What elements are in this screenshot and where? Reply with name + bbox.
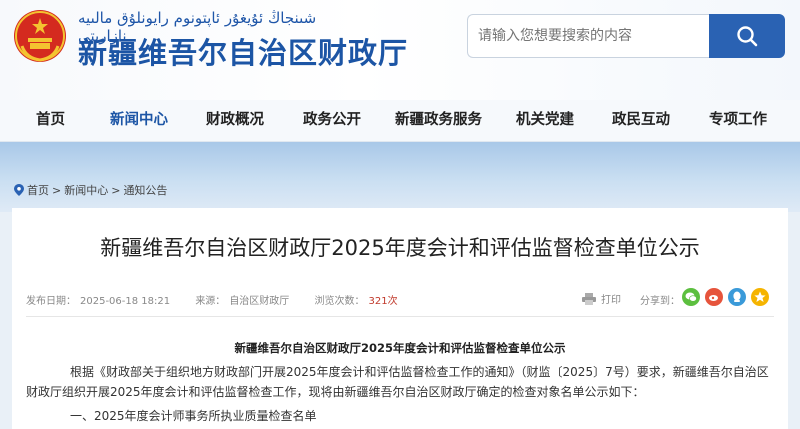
nav-item-party-building[interactable]: 机关党建 [516,100,574,142]
share-qzone-button[interactable] [751,288,769,306]
site-header: شىنجاڭ ئۇيغۇر ئاپتونوم رايونلۇق مالىيە ن… [0,0,800,100]
article-title: 新疆维吾尔自治区财政厅2025年度会计和评估监督检查单位公示 [100,236,700,260]
share-weibo-button[interactable] [705,288,723,306]
share-wechat-button[interactable] [682,288,700,306]
nav-item-gov-affairs[interactable]: 政务公开 [303,100,361,142]
views-count: 321次 [368,296,398,307]
printer-icon [582,292,596,305]
divider [26,316,774,317]
main-nav: 首页 新闻中心 财政概况 政务公开 新疆政务服务 机关党建 政民互动 专项工作 [0,100,800,142]
article-section-heading: 一、2025年度会计师事务所执业质量检查名单 [70,409,317,423]
search-button[interactable] [709,14,785,58]
share-label: 分享到： [640,296,680,307]
nav-item-interaction[interactable]: 政民互动 [612,100,670,142]
print-label: 打印 [601,295,621,306]
breadcrumb-home[interactable]: 首页 [27,182,49,198]
share-qq-button[interactable] [728,288,746,306]
breadcrumb-separator: > [111,183,121,197]
publish-date: 2025-06-18 18:21 [80,296,171,307]
banner-band [0,142,800,212]
document-heading: 新疆维吾尔自治区财政厅2025年度会计和评估监督检查单位公示 [234,341,566,355]
source: 自治区财政厅 [229,296,290,307]
views-label: 浏览次数： [314,296,365,307]
print-button[interactable]: 打印 [582,291,621,306]
publish-date-label: 发布日期： [26,296,76,307]
emblem-icon [14,10,66,62]
breadcrumb-notices[interactable]: 通知公告 [123,182,167,198]
nav-item-home[interactable]: 首页 [36,100,65,142]
search-icon [737,26,758,47]
source-label: 来源： [195,296,226,307]
article-card: 新疆维吾尔自治区财政厅2025年度会计和评估监督检查单位公示 发布日期： 2025… [12,208,788,429]
breadcrumb-separator: > [52,183,62,197]
wechat-icon [685,292,697,302]
breadcrumb: 首页 > 新闻中心 > 通知公告 [14,182,167,198]
weibo-icon [709,295,718,301]
site-title: 新疆维吾尔自治区财政厅 [78,36,409,70]
nav-item-news[interactable]: 新闻中心 [110,100,168,142]
search-input[interactable] [467,14,709,58]
article-meta: 发布日期： 2025-06-18 18:21 来源： 自治区财政厅 浏览次数： 321… [26,292,402,307]
qq-icon [733,291,741,302]
nav-item-finance-overview[interactable]: 财政概况 [206,100,264,142]
article-paragraph: 根据《财政部关于组织地方财政部门开展2025年度会计和评估监督检查工作的通知》（… [26,365,769,399]
breadcrumb-news[interactable]: 新闻中心 [64,182,108,198]
location-pin-icon [14,184,24,196]
nav-item-xinjiang-services[interactable]: 新疆政务服务 [395,100,482,142]
qzone-icon [754,291,766,302]
nav-item-special-work[interactable]: 专项工作 [709,100,767,142]
